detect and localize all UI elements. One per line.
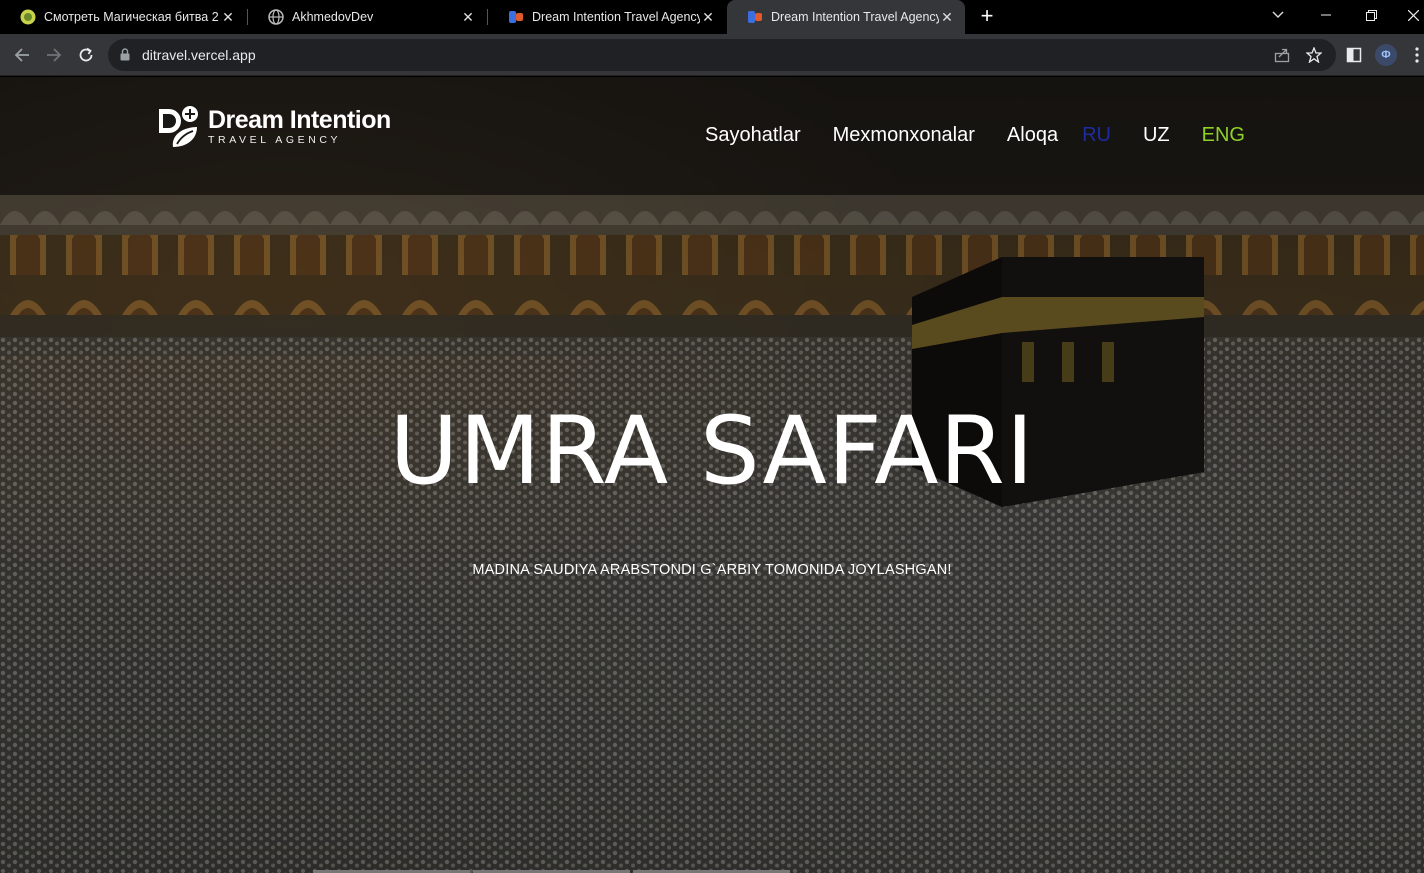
new-tab-icon[interactable]: +	[976, 4, 998, 30]
browser-tab[interactable]: AkhmedovDev ✕	[248, 0, 486, 34]
tab-title: Dream Intention Travel Agency	[532, 10, 700, 24]
dream-intention-favicon-icon	[508, 9, 524, 25]
address-bar[interactable]: ditravel.vercel.app	[108, 39, 1336, 71]
forward-arrow-icon[interactable]	[42, 43, 66, 67]
tab-title: Dream Intention Travel Agency	[771, 10, 939, 24]
lang-ru-link[interactable]: RU	[1082, 124, 1111, 147]
lock-icon[interactable]	[120, 48, 130, 66]
tab-close-icon[interactable]: ✕	[939, 9, 955, 26]
close-window-icon[interactable]	[1403, 0, 1424, 30]
sidebar-icon[interactable]	[1344, 45, 1364, 65]
nav-link-aloqa[interactable]: Aloqa	[1007, 124, 1058, 147]
dream-intention-favicon-icon	[747, 9, 763, 25]
hero-title: UMRA SAFARI	[389, 397, 1035, 506]
star-icon[interactable]	[1304, 45, 1324, 65]
hero-subtitle: MADINA SAUDIYA ARABSTONDI G`ARBIY TOMONI…	[472, 562, 952, 578]
browser-tab[interactable]: Смотреть Магическая битва 2 с ✕	[0, 0, 246, 34]
web-page: Dream Intention TRAVEL AGENCY Sayohatlar…	[0, 77, 1424, 873]
main-nav: Sayohatlar Mexmonxonalar Aloqa RU UZ ENG	[705, 124, 1245, 147]
globe-icon	[268, 9, 284, 25]
dream-intention-logo-icon	[159, 106, 198, 147]
tab-title: Смотреть Магическая битва 2 с	[44, 10, 220, 24]
anime-site-favicon-icon	[20, 9, 36, 25]
profile-avatar[interactable]: Ф	[1375, 44, 1397, 66]
kebab-menu-icon[interactable]	[1410, 45, 1424, 65]
browser-tab[interactable]: Dream Intention Travel Agency ✕	[488, 0, 726, 34]
nav-link-mexmonxonalar[interactable]: Mexmonxonalar	[833, 124, 975, 147]
restore-icon[interactable]	[1357, 0, 1385, 30]
reload-icon[interactable]	[74, 43, 98, 67]
browser-tabstrip: Смотреть Магическая битва 2 с ✕ Akhmedov…	[0, 0, 1424, 34]
lang-eng-link[interactable]: ENG	[1202, 124, 1245, 147]
logo-tagline: TRAVEL AGENCY	[208, 134, 342, 146]
browser-toolbar: ditravel.vercel.app Ф	[0, 34, 1424, 76]
tab-close-icon[interactable]: ✕	[220, 9, 236, 26]
tab-title: AkhmedovDev	[292, 10, 374, 24]
tab-close-icon[interactable]: ✕	[700, 9, 716, 26]
tab-search-icon[interactable]	[1266, 0, 1290, 30]
nav-link-sayohatlar[interactable]: Sayohatlar	[705, 124, 801, 147]
url-text: ditravel.vercel.app	[142, 47, 256, 63]
site-logo[interactable]: Dream Intention TRAVEL AGENCY	[157, 105, 391, 149]
back-arrow-icon[interactable]	[10, 43, 34, 67]
lang-uz-link[interactable]: UZ	[1143, 124, 1170, 147]
tab-close-icon[interactable]: ✕	[460, 9, 476, 26]
share-icon[interactable]	[1272, 45, 1292, 65]
logo-brand: Dream Intention	[208, 106, 391, 134]
minimize-icon[interactable]	[1312, 0, 1340, 30]
browser-tab-active[interactable]: Dream Intention Travel Agency ✕	[727, 0, 965, 34]
site-header: Dream Intention TRAVEL AGENCY Sayohatlar…	[0, 77, 1424, 195]
